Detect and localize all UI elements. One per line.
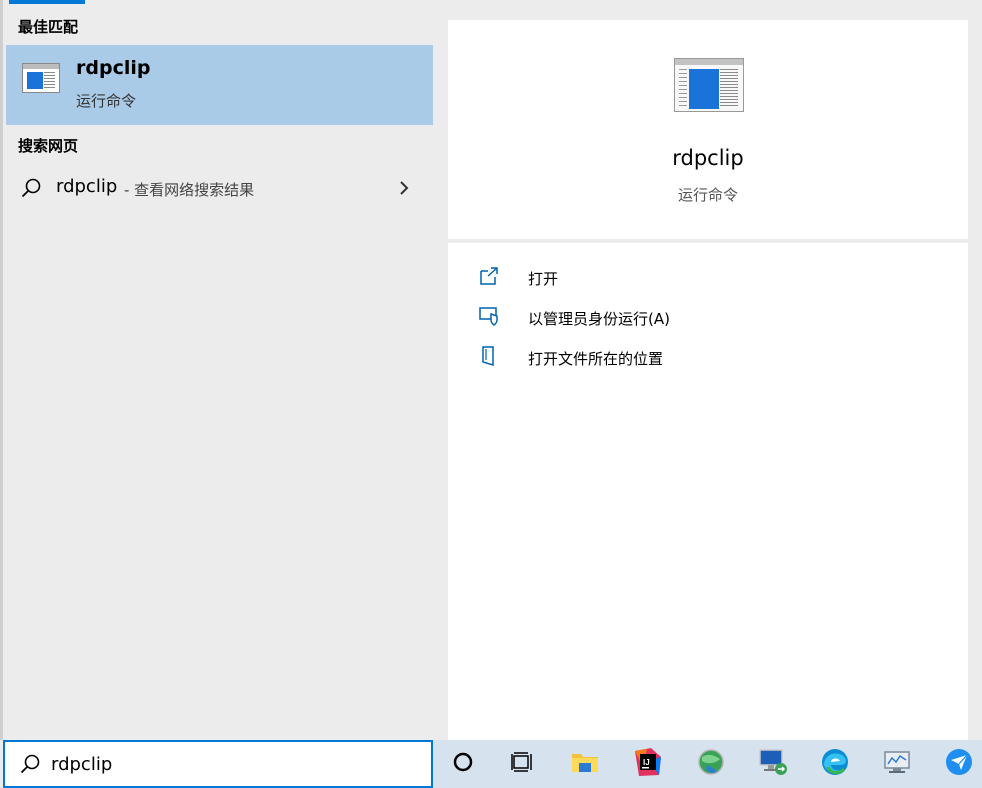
preview-app-name: rdpclip xyxy=(672,146,744,170)
intellij-icon: IJ xyxy=(633,747,663,781)
app-window-large-icon xyxy=(674,58,744,112)
web-search-term: rdpclip xyxy=(56,176,118,197)
taskbar: IJ xyxy=(433,740,982,788)
task-view-button[interactable] xyxy=(493,740,553,788)
action-open-file-location[interactable]: 打开文件所在的位置 xyxy=(478,341,948,373)
actions-card: 打开 以管理员身份运行(A) 打开文件所在的位置 xyxy=(448,243,968,740)
shield-run-icon xyxy=(478,305,500,331)
action-run-as-admin-label: 以管理员身份运行(A) xyxy=(528,310,670,328)
action-open-file-location-label: 打开文件所在的位置 xyxy=(528,350,664,368)
paper-plane-app-icon xyxy=(944,747,974,781)
web-search-result[interactable]: rdpclip - 查看网络搜索结果 xyxy=(6,168,436,208)
results-pane: 最佳匹配 rdpclip 运行命令 搜索网页 rdpclip - 查看网络搜索结… xyxy=(0,0,436,740)
search-input[interactable] xyxy=(51,750,411,778)
best-match-heading: 最佳匹配 xyxy=(18,18,79,36)
search-box[interactable] xyxy=(3,740,433,788)
action-run-as-admin[interactable]: 以管理员身份运行(A) xyxy=(478,301,948,333)
edge-icon xyxy=(820,747,850,781)
monitor-app-button[interactable] xyxy=(867,740,927,788)
globe-app-button[interactable] xyxy=(681,740,741,788)
preview-pane: rdpclip 运行命令 打开 以管理员身份运行(A) 打开文件所在的位置 xyxy=(433,0,982,740)
globe-app-icon xyxy=(696,747,726,781)
start-search-window: 最佳匹配 rdpclip 运行命令 搜索网页 rdpclip - 查看网络搜索结… xyxy=(0,0,982,788)
edge-button[interactable] xyxy=(805,740,865,788)
paper-plane-app-button[interactable] xyxy=(929,740,982,788)
action-open-label: 打开 xyxy=(528,270,559,288)
task-view-icon xyxy=(510,751,536,777)
web-search-heading: 搜索网页 xyxy=(18,137,79,155)
best-match-item[interactable]: rdpclip 运行命令 xyxy=(6,45,436,125)
monitor-app-icon xyxy=(882,748,912,780)
app-preview-card: rdpclip 运行命令 xyxy=(448,20,968,239)
open-icon xyxy=(478,265,500,291)
remote-desktop-button[interactable] xyxy=(743,740,803,788)
web-search-hint: - 查看网络搜索结果 xyxy=(124,181,255,199)
best-match-name: rdpclip xyxy=(76,57,151,79)
best-match-type: 运行命令 xyxy=(76,92,137,110)
app-window-icon xyxy=(22,63,60,93)
search-icon xyxy=(19,753,41,779)
chevron-right-icon[interactable] xyxy=(398,180,410,200)
remote-desktop-icon xyxy=(757,747,789,781)
svg-text:IJ: IJ xyxy=(643,758,650,767)
file-explorer-icon xyxy=(570,749,600,779)
tab-indicator xyxy=(9,0,85,4)
search-icon xyxy=(20,177,42,203)
file-explorer-button[interactable] xyxy=(555,740,615,788)
cortana-icon xyxy=(452,751,474,777)
preview-app-type: 运行命令 xyxy=(677,186,738,204)
file-location-icon xyxy=(478,345,500,371)
intellij-button[interactable]: IJ xyxy=(618,740,678,788)
action-open[interactable]: 打开 xyxy=(478,261,948,293)
cortana-button[interactable] xyxy=(433,740,493,788)
